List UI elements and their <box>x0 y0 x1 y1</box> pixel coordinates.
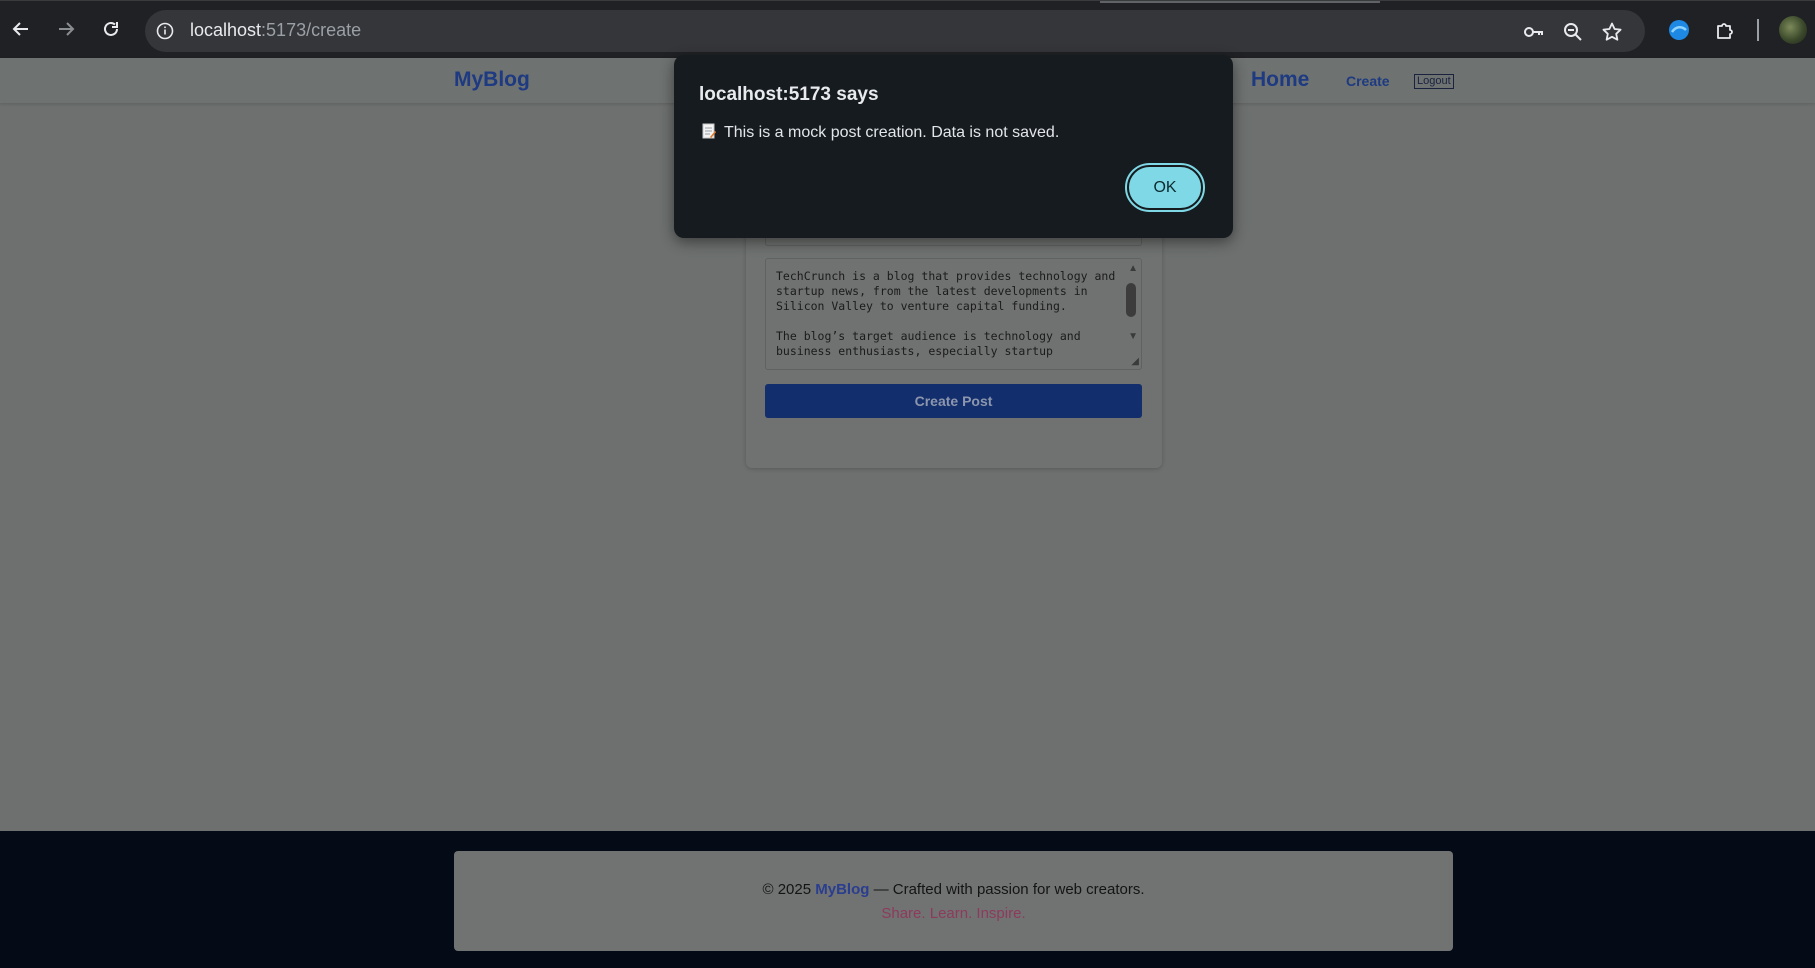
back-arrow-icon[interactable] <box>7 15 35 43</box>
footer-tagline: Share. Learn. Inspire. <box>881 905 1026 922</box>
resize-handle-icon[interactable]: ◢ <box>1131 356 1139 367</box>
alert-dialog: localhost:5173 says This is a mock post … <box>674 55 1233 238</box>
browser-toolbar: localhost:5173/create <box>0 0 1815 58</box>
site-info-icon[interactable] <box>155 21 175 41</box>
star-icon[interactable] <box>1600 20 1624 44</box>
zoom-icon[interactable] <box>1561 20 1585 44</box>
nav-home-link[interactable]: Home <box>1251 68 1309 92</box>
ok-button[interactable]: OK <box>1125 163 1205 212</box>
footer-copyright: © 2025 MyBlog — Crafted with passion for… <box>454 881 1453 898</box>
site-footer: © 2025 MyBlog — Crafted with passion for… <box>0 831 1815 968</box>
footer-box: © 2025 MyBlog — Crafted with passion for… <box>454 851 1453 951</box>
content-textarea[interactable]: TechCrunch is a blog that provides techn… <box>765 258 1142 370</box>
scroll-up-icon[interactable]: ▲ <box>1128 263 1138 274</box>
url-text[interactable]: localhost:5173/create <box>190 20 361 41</box>
dialog-title: localhost:5173 says <box>699 84 879 105</box>
content-text: TechCrunch is a blog that provides techn… <box>776 269 1116 358</box>
memo-icon <box>702 123 717 139</box>
footer-copyright-prefix: © 2025 <box>762 881 812 898</box>
key-icon[interactable] <box>1522 20 1546 44</box>
footer-copyright-suffix: — Crafted with passion for web creators. <box>873 881 1145 898</box>
address-bar[interactable]: localhost:5173/create <box>145 10 1645 52</box>
extension-app-icon[interactable] <box>1666 17 1692 43</box>
toolbar-divider <box>1757 19 1759 41</box>
url-path: :5173/create <box>261 20 362 40</box>
puzzle-icon[interactable] <box>1712 17 1738 43</box>
scroll-down-icon[interactable]: ▼ <box>1128 331 1138 342</box>
footer-brand: MyBlog <box>815 881 870 898</box>
profile-avatar[interactable] <box>1779 16 1807 44</box>
tab-indicator <box>1100 1 1380 3</box>
dialog-message-text: This is a mock post creation. Data is no… <box>724 124 1060 141</box>
forward-arrow-icon[interactable] <box>52 15 80 43</box>
create-post-card: TechCrunch TechCrunch is a blog that pro… <box>746 218 1162 468</box>
nav-create-link[interactable]: Create <box>1346 73 1390 89</box>
dialog-message: This is a mock post creation. Data is no… <box>702 123 1059 142</box>
reload-icon[interactable] <box>97 15 125 43</box>
scrollbar-thumb[interactable] <box>1126 283 1136 317</box>
brand-logo[interactable]: MyBlog <box>454 68 530 92</box>
url-host: localhost <box>190 20 262 40</box>
logout-button[interactable]: Logout <box>1414 74 1454 89</box>
create-post-button[interactable]: Create Post <box>765 384 1142 418</box>
